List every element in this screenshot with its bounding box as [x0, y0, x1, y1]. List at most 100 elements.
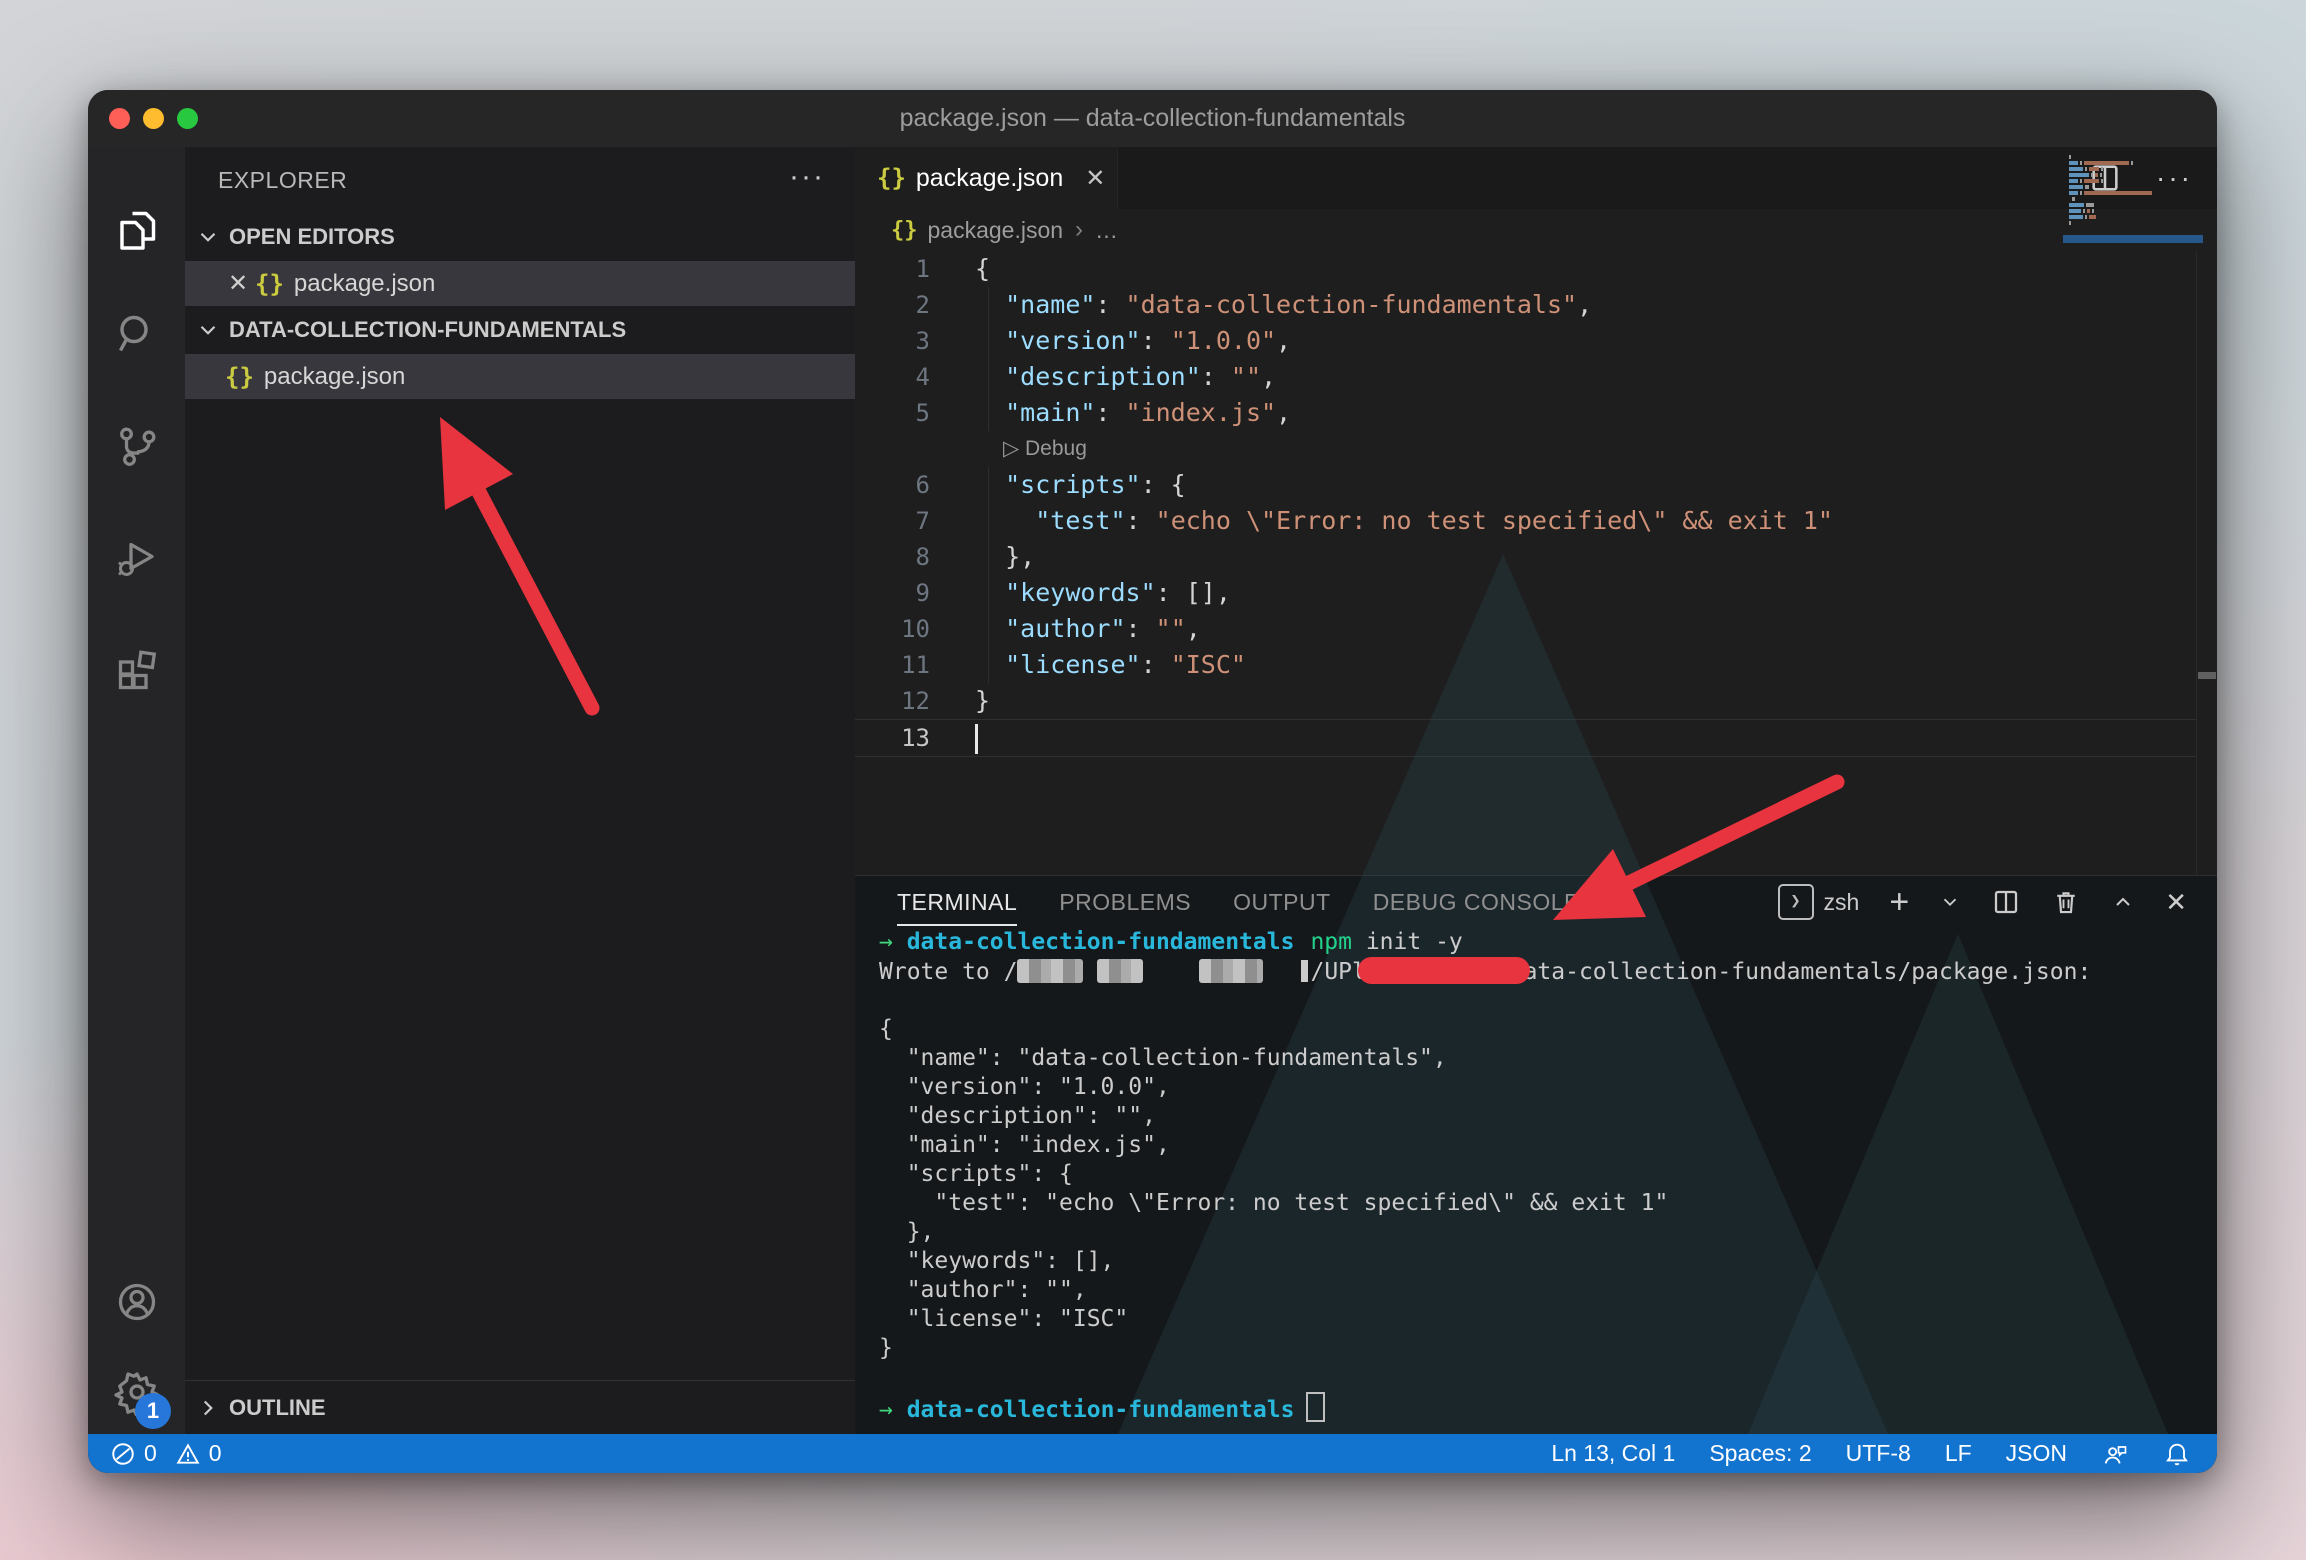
terminal-line: Wrote to //UPl/data-collection-fundament…	[879, 957, 2207, 986]
code-line: 5 "main": "index.js",	[855, 395, 2197, 431]
indentation-status[interactable]: Spaces: 2	[1709, 1440, 1811, 1467]
code-line: 12}	[855, 683, 2197, 719]
problems-status[interactable]: 0 0	[110, 1440, 222, 1467]
cursor-position-status[interactable]: Ln 13, Col 1	[1551, 1440, 1675, 1467]
tab-package-json[interactable]: {} package.json ✕	[855, 147, 1118, 209]
close-panel-icon[interactable]: ✕	[2165, 887, 2187, 918]
activity-bar: 1	[88, 147, 185, 1434]
close-editor-icon[interactable]: ✕	[223, 269, 253, 298]
line-number: 5	[855, 395, 930, 431]
line-number: 11	[855, 647, 930, 683]
terminal-output[interactable]: → data-collection-fundamentalsnpm init -…	[879, 928, 2207, 1434]
activity-bar-explorer-icon[interactable]	[88, 185, 185, 275]
panel-tab-terminal[interactable]: TERMINAL	[897, 876, 1017, 928]
maximize-panel-chevron-icon[interactable]	[2111, 890, 2135, 914]
line-number: 13	[855, 720, 930, 756]
text-cursor	[975, 724, 978, 754]
desktop-background: package.json — data-collection-fundament…	[0, 0, 2306, 1560]
feedback-icon[interactable]	[2101, 1440, 2129, 1468]
terminal-line: {	[879, 1015, 2207, 1044]
line-number: 10	[855, 611, 930, 647]
line-number: 9	[855, 575, 930, 611]
json-file-icon: {}	[877, 164, 906, 192]
line-number: 2	[855, 287, 930, 323]
warning-triangle-icon	[175, 1441, 201, 1467]
breadcrumb-separator-icon: ›	[1075, 216, 1083, 244]
editor-scrollbar[interactable]	[2196, 251, 2217, 875]
explorer-sidebar: EXPLORER ··· OPEN EDITORS ✕ {} package.j…	[185, 147, 855, 1434]
panel-tab-problems[interactable]: PROBLEMS	[1059, 876, 1191, 928]
activity-bar-search-icon[interactable]	[88, 289, 185, 379]
code-line: 8 },	[855, 539, 2197, 575]
terminal-line: "license": "ISC"	[879, 1305, 2207, 1334]
terminal-cursor	[1306, 1392, 1325, 1422]
chevron-down-icon	[195, 317, 221, 343]
scrollbar-thumb[interactable]	[2198, 672, 2216, 679]
split-terminal-icon[interactable]	[1991, 887, 2021, 917]
terminal-line	[879, 986, 2207, 1015]
activity-bar-account-icon[interactable]	[88, 1257, 185, 1347]
window-title: package.json — data-collection-fundament…	[88, 90, 2217, 147]
activity-bar-source-control-icon[interactable]	[88, 401, 185, 491]
terminal-line: "keywords": [],	[879, 1247, 2207, 1276]
codelens-debug[interactable]: ▷ Debug	[855, 431, 2197, 467]
code-line: 4 "description": "",	[855, 359, 2197, 395]
editor-code-area[interactable]: 1{2 "name": "data-collection-fundamental…	[855, 251, 2197, 875]
vscode-window: package.json — data-collection-fundament…	[88, 90, 2217, 1473]
sidebar-title: EXPLORER	[218, 147, 347, 213]
json-file-icon: {}	[891, 218, 918, 243]
line-number: 4	[855, 359, 930, 395]
eol-status[interactable]: LF	[1945, 1440, 1972, 1467]
notifications-bell-icon[interactable]	[2163, 1440, 2191, 1468]
breadcrumb[interactable]: {} package.json › …	[855, 209, 2217, 251]
code-line: 2 "name": "data-collection-fundamentals"…	[855, 287, 2197, 323]
terminal-line: },	[879, 1218, 2207, 1247]
terminal-line: → data-collection-fundamentals	[879, 1392, 2207, 1421]
activity-bar-extensions-icon[interactable]	[88, 623, 185, 713]
terminal-icon: ❯	[1778, 884, 1814, 920]
panel-tab-output[interactable]: OUTPUT	[1233, 876, 1331, 928]
code-line: 10 "author": "",	[855, 611, 2197, 647]
panel-tab-debug-console[interactable]: DEBUG CONSOLE	[1373, 876, 1580, 928]
minimap[interactable]	[2069, 155, 2193, 233]
code-line: 3 "version": "1.0.0",	[855, 323, 2197, 359]
chevron-right-icon	[195, 1395, 221, 1421]
open-editor-item-package-json[interactable]: ✕ {} package.json	[185, 261, 855, 306]
error-circle-slash-icon	[110, 1441, 136, 1467]
terminal-line: "scripts": {	[879, 1160, 2207, 1189]
sidebar-more-actions-icon[interactable]: ···	[789, 147, 825, 213]
json-file-icon: {}	[225, 363, 254, 391]
chevron-down-icon	[195, 224, 221, 250]
status-bar: 0 0 Ln 13, Col 1 Spaces: 2 UTF-8 LF JSON	[88, 1434, 2217, 1473]
terminal-line: "name": "data-collection-fundamentals",	[879, 1044, 2207, 1073]
kill-terminal-trash-icon[interactable]	[2051, 887, 2081, 917]
activity-bar-settings-gear-icon[interactable]: 1	[88, 1347, 185, 1437]
json-file-icon: {}	[255, 270, 284, 298]
minimap-current-line	[2063, 235, 2203, 243]
language-mode-status[interactable]: JSON	[2006, 1440, 2067, 1467]
terminal-line: "version": "1.0.0",	[879, 1073, 2207, 1102]
redacted-block	[1199, 959, 1263, 983]
red-strikethrough-redaction	[1358, 957, 1530, 984]
file-item-package-json[interactable]: {} package.json	[185, 354, 855, 399]
encoding-status[interactable]: UTF-8	[1846, 1440, 1911, 1467]
code-line: 11 "license": "ISC"	[855, 647, 2197, 683]
outline-section-header[interactable]: OUTLINE	[185, 1380, 855, 1434]
terminal-dropdown-chevron-icon[interactable]	[1939, 891, 1961, 913]
terminal-line: "author": "",	[879, 1276, 2207, 1305]
folder-section-header[interactable]: DATA-COLLECTION-FUNDAMENTALS	[185, 306, 855, 354]
code-line: 6 "scripts": {	[855, 467, 2197, 503]
new-terminal-icon[interactable]: +	[1889, 883, 1909, 922]
tab-close-icon[interactable]: ✕	[1085, 164, 1105, 193]
line-number: 6	[855, 467, 930, 503]
terminal-line: "test": "echo \"Error: no test specified…	[879, 1189, 2207, 1218]
redacted-block	[1017, 959, 1083, 983]
line-number: 7	[855, 503, 930, 539]
terminal-instance-zsh[interactable]: ❯ zsh	[1778, 884, 1860, 920]
activity-bar-run-debug-icon[interactable]	[88, 513, 185, 603]
open-editors-section-header[interactable]: OPEN EDITORS	[185, 213, 855, 261]
terminal-line	[879, 1363, 2207, 1392]
code-line: 13	[855, 719, 2197, 757]
line-number: 1	[855, 251, 930, 287]
code-line: 1{	[855, 251, 2197, 287]
